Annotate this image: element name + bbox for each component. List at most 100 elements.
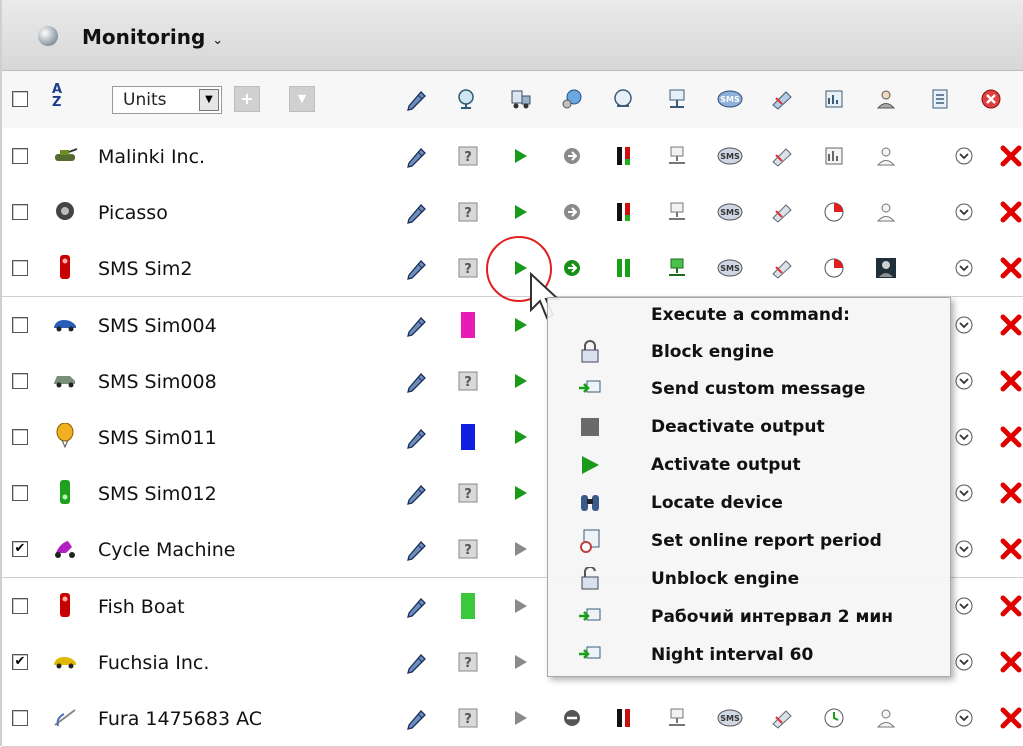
edit-icon[interactable] <box>402 367 430 395</box>
report-icon[interactable] <box>820 198 848 226</box>
delete-icon[interactable] <box>997 142 1023 170</box>
sensor-icon[interactable] <box>768 198 796 226</box>
sms-icon[interactable]: SMS <box>716 198 744 226</box>
menu-item[interactable]: Block engine <box>548 336 948 372</box>
table-row[interactable]: Malinki Inc.? SMS <box>2 128 1023 185</box>
table-row[interactable]: Fura 1475683 AC? SMS <box>2 690 1023 747</box>
driver-icon[interactable] <box>872 142 900 170</box>
chevron-down-icon[interactable] <box>950 592 978 620</box>
chevron-down-icon[interactable] <box>950 479 978 507</box>
edit-icon[interactable] <box>402 423 430 451</box>
unit-name[interactable]: Malinki Inc. <box>98 146 205 168</box>
driver-icon[interactable] <box>872 254 900 282</box>
edit-icon[interactable] <box>402 142 430 170</box>
chevron-down-icon[interactable]: ⌄ <box>212 33 223 48</box>
delete-icon[interactable] <box>997 311 1023 339</box>
dispatch-icon[interactable] <box>558 704 586 732</box>
report-icon[interactable] <box>820 704 848 732</box>
unit-name[interactable]: SMS Sim2 <box>98 258 193 280</box>
chevron-down-icon[interactable] <box>950 423 978 451</box>
sensor-icon[interactable] <box>768 85 796 113</box>
delete-icon[interactable] <box>997 648 1023 676</box>
row-checkbox[interactable]: ✔ <box>12 541 28 557</box>
unit-name[interactable]: Fura 1475683 AC <box>98 708 262 730</box>
report-icon[interactable] <box>820 142 848 170</box>
commands-icon[interactable] <box>507 85 535 113</box>
play-icon[interactable] <box>507 535 535 563</box>
table-row[interactable]: Picasso? SMS <box>2 184 1023 241</box>
edit-icon[interactable] <box>402 704 430 732</box>
chevron-down-icon[interactable] <box>950 198 978 226</box>
edit-icon[interactable] <box>402 592 430 620</box>
units-select[interactable]: Units ▼ <box>112 86 222 114</box>
delete-icon[interactable] <box>997 198 1023 226</box>
row-checkbox[interactable] <box>12 429 28 445</box>
menu-item[interactable]: Set online report period <box>548 525 948 561</box>
delete-icon[interactable] <box>997 479 1023 507</box>
edit-icon[interactable] <box>402 254 430 282</box>
row-checkbox[interactable] <box>12 148 28 164</box>
unit-name[interactable]: SMS Sim012 <box>98 483 217 505</box>
select-all-checkbox[interactable] <box>12 91 28 107</box>
unit-name[interactable]: SMS Sim004 <box>98 315 217 337</box>
edit-icon[interactable] <box>402 479 430 507</box>
info-icon[interactable] <box>926 85 954 113</box>
row-checkbox[interactable] <box>12 317 28 333</box>
delete-icon[interactable] <box>997 423 1023 451</box>
play-icon[interactable] <box>507 423 535 451</box>
delete-icon[interactable] <box>997 592 1023 620</box>
sensor-icon[interactable] <box>768 142 796 170</box>
driver-icon[interactable] <box>872 85 900 113</box>
unit-name[interactable]: SMS Sim008 <box>98 371 217 393</box>
dispatch-icon[interactable] <box>558 198 586 226</box>
chevron-down-icon[interactable]: ▼ <box>289 86 315 112</box>
add-group-button[interactable]: + <box>234 86 260 112</box>
chevron-down-icon[interactable]: ▼ <box>199 89 219 111</box>
driver-icon[interactable] <box>872 704 900 732</box>
chevron-down-icon[interactable] <box>950 367 978 395</box>
row-checkbox[interactable] <box>12 710 28 726</box>
edit-icon[interactable] <box>402 648 430 676</box>
unit-name[interactable]: Picasso <box>98 202 168 224</box>
play-icon[interactable] <box>507 479 535 507</box>
sms-icon[interactable]: SMS <box>716 704 744 732</box>
menu-item[interactable]: Deactivate output <box>548 411 948 447</box>
unit-name[interactable]: Fuchsia Inc. <box>98 652 209 674</box>
chevron-down-icon[interactable] <box>950 648 978 676</box>
sensor-icon[interactable] <box>768 254 796 282</box>
row-checkbox[interactable]: ✔ <box>12 654 28 670</box>
delete-icon[interactable] <box>997 367 1023 395</box>
menu-item[interactable]: Night interval 60 <box>548 639 948 675</box>
menu-item[interactable]: Рабочий интервал 2 мин <box>548 601 948 637</box>
chevron-down-icon[interactable] <box>950 142 978 170</box>
unit-name[interactable]: SMS Sim011 <box>98 427 217 449</box>
unit-name[interactable]: Fish Boat <box>98 596 185 618</box>
sms-icon[interactable]: SMS <box>716 85 744 113</box>
chevron-down-icon[interactable] <box>950 311 978 339</box>
sensor-icon[interactable] <box>768 704 796 732</box>
play-icon[interactable] <box>507 648 535 676</box>
sms-icon[interactable]: SMS <box>716 254 744 282</box>
play-icon[interactable] <box>507 198 535 226</box>
edit-icon[interactable] <box>402 535 430 563</box>
report-icon[interactable] <box>820 254 848 282</box>
chevron-down-icon[interactable] <box>950 704 978 732</box>
unit-name[interactable]: Cycle Machine <box>98 539 236 561</box>
chevron-down-icon[interactable] <box>950 535 978 563</box>
edit-icon[interactable] <box>402 85 430 113</box>
sms-icon[interactable]: SMS <box>716 142 744 170</box>
row-checkbox[interactable] <box>12 598 28 614</box>
gsm-icon[interactable] <box>663 85 691 113</box>
report-icon[interactable] <box>820 85 848 113</box>
dispatch-icon[interactable] <box>558 142 586 170</box>
delete-icon[interactable] <box>977 85 1005 113</box>
menu-item[interactable]: Locate device <box>548 487 948 523</box>
sort-az-icon[interactable]: AZ <box>52 83 62 109</box>
edit-icon[interactable] <box>402 311 430 339</box>
menu-item[interactable]: Send custom message <box>548 373 948 409</box>
edit-icon[interactable] <box>402 198 430 226</box>
panel-title[interactable]: Monitoring ⌄ <box>82 25 223 49</box>
delete-icon[interactable] <box>997 704 1023 732</box>
play-icon[interactable] <box>507 592 535 620</box>
row-checkbox[interactable] <box>12 204 28 220</box>
